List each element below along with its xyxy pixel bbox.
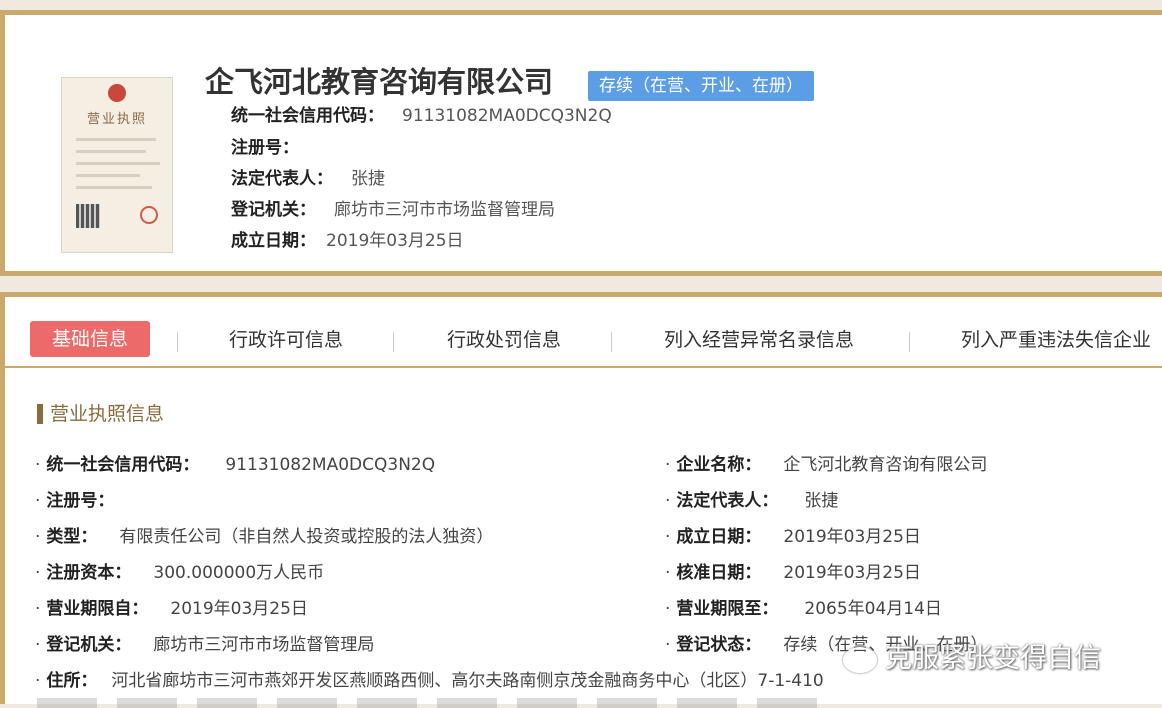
tab-bar: 基础信息 行政许可信息 行政处罚信息 列入经营异常名录信息 列入严重违法失信企业 (0, 292, 1162, 368)
field-address: · 住所： 河北省廊坊市三河市燕郊开发区燕顺路西侧、高尔夫路南侧京茂金融商务中心（北… (35, 671, 824, 691)
section-title: 营业执照信息 (37, 404, 164, 424)
field-credit-code: · 统一社会信用代码： 91131082MA0DCQ3N2Q (35, 455, 436, 475)
header-credit-code: 统一社会信用代码： 91131082MA0DCQ3N2Q (231, 106, 612, 126)
company-card: 营业执照 企飞河北教育咨询有限公司 存续（在营、开业、在册） 统一社会信用代码：… (0, 10, 1162, 276)
field-company-name: · 企业名称： 企飞河北教育咨询有限公司 (665, 455, 988, 475)
field-authority: · 登记机关： 廊坊市三河市市场监督管理局 (35, 635, 375, 655)
license-info-panel: 营业执照信息 · 统一社会信用代码： 91131082MA0DCQ3N2Q · 注册号… (0, 366, 1162, 708)
license-title: 营业执照 (86, 112, 147, 127)
field-established: · 成立日期： 2019年03月25日 (665, 527, 921, 547)
tab-admin-penalty[interactable]: 行政处罚信息 (447, 322, 561, 358)
tab-admin-permit[interactable]: 行政许可信息 (229, 322, 343, 358)
field-type: · 类型： 有限责任公司（非自然人投资或控股的法人独资） (35, 527, 494, 547)
business-license-image: 营业执照 (61, 77, 173, 253)
tab-basic-info[interactable]: 基础信息 (30, 321, 151, 357)
company-name: 企飞河北教育咨询有限公司 (205, 65, 554, 99)
header-legal-rep: 法定代表人： 张捷 (231, 169, 385, 189)
header-authority: 登记机关： 廊坊市三河市市场监督管理局 (231, 200, 555, 220)
qr-code-icon (76, 204, 100, 228)
wechat-icon (843, 646, 877, 673)
field-reg-number: · 注册号： (35, 491, 115, 511)
header-established: 成立日期： 2019年03月25日 (231, 231, 464, 251)
seal-icon (140, 206, 158, 224)
status-badge: 存续（在营、开业、在册） (588, 71, 814, 101)
field-approval-date: · 核准日期： 2019年03月25日 (665, 563, 921, 583)
watermark: 克服紧张变得自信 (843, 636, 1101, 675)
field-legal-rep: · 法定代表人： 张捷 (665, 491, 839, 511)
national-emblem-icon (108, 84, 126, 102)
tab-abnormal-list[interactable]: 列入经营异常名录信息 (664, 322, 854, 358)
header-reg-number: 注册号： (231, 138, 299, 158)
field-reg-capital: · 注册资本： 300.000000万人民币 (35, 563, 325, 583)
tab-serious-violation[interactable]: 列入严重违法失信企业 (961, 322, 1151, 358)
field-term-to: · 营业期限至： 2065年04月14日 (665, 599, 942, 619)
truncated-row (37, 698, 817, 708)
field-term-from: · 营业期限自： 2019年03月25日 (35, 599, 308, 619)
